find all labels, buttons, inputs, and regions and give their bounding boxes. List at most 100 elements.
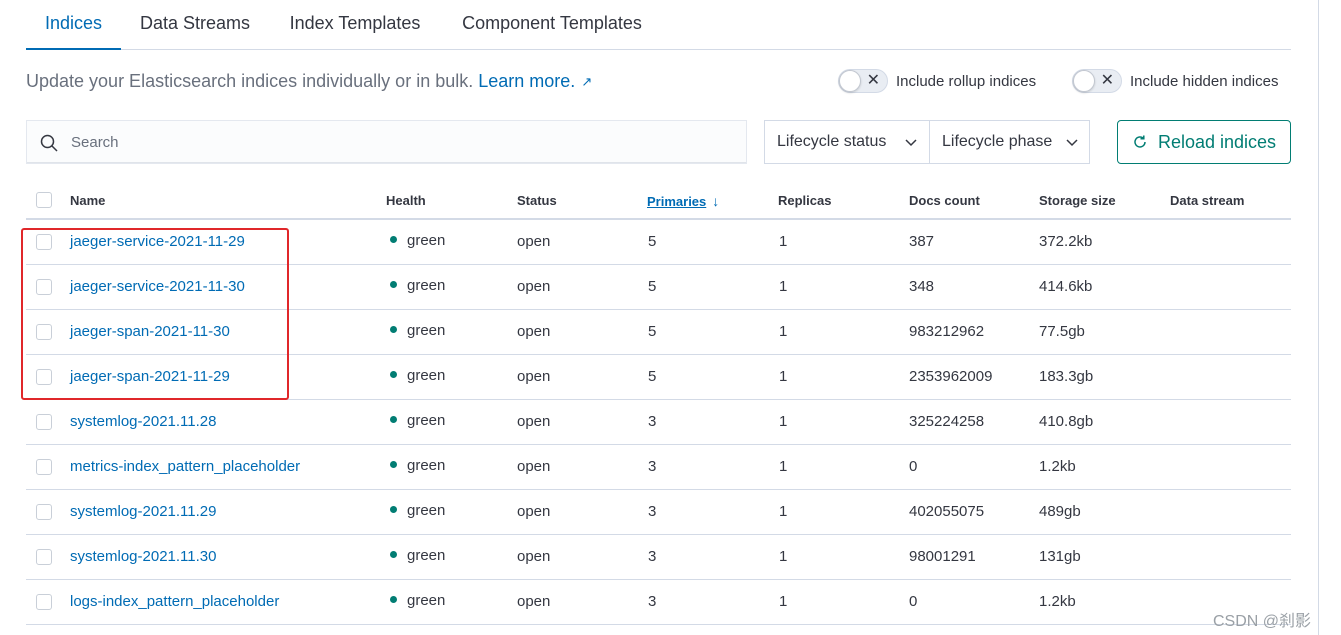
primaries-cell: 3 — [648, 503, 657, 520]
health-cell: green — [390, 322, 445, 340]
watermark: CSDN @刹影 — [1213, 613, 1312, 630]
health-label: green — [407, 502, 446, 519]
column-primaries[interactable]: Primaries ↓ — [647, 193, 719, 209]
lifecycle-status-filter[interactable]: Lifecycle status — [765, 121, 929, 163]
health-label: green — [407, 592, 446, 609]
chevron-down-icon — [1066, 139, 1078, 147]
index-name-link[interactable]: systemlog-2021.11.28 — [70, 413, 216, 431]
primaries-cell: 5 — [648, 323, 657, 340]
tab-indices[interactable]: Indices — [26, 0, 121, 50]
health-status-dot-icon — [390, 326, 397, 333]
primaries-cell: 3 — [648, 413, 657, 430]
health-status-dot-icon — [390, 416, 397, 423]
docs-count-cell: 2353962009 — [909, 368, 993, 385]
cross-icon: ✕ — [1100, 72, 1114, 89]
primaries-cell: 5 — [648, 278, 657, 295]
reload-indices-button[interactable]: Reload indices — [1117, 120, 1291, 164]
hidden-switch[interactable]: ✕ — [1072, 69, 1122, 93]
docs-count-cell: 387 — [909, 233, 935, 250]
storage-size-cell: 1.2kb — [1039, 458, 1076, 475]
filter-group: Lifecycle status Lifecycle phase — [764, 120, 1090, 164]
page-description: Update your Elasticsearch indices indivi… — [26, 68, 592, 95]
replicas-cell: 1 — [779, 593, 788, 610]
lifecycle-phase-label: Lifecycle phase — [942, 133, 1053, 150]
primaries-cell: 5 — [648, 368, 657, 385]
status-cell: open — [517, 368, 551, 385]
tab-index-templates[interactable]: Index Templates — [286, 0, 424, 50]
health-cell: green — [390, 457, 445, 475]
storage-size-cell: 1.2kb — [1039, 593, 1076, 610]
health-status-dot-icon — [390, 371, 397, 378]
select-all-checkbox[interactable] — [36, 192, 52, 208]
health-cell: green — [390, 412, 445, 430]
health-status-dot-icon — [390, 551, 397, 558]
external-link-icon: ↗︎ — [581, 74, 593, 89]
health-cell: green — [390, 232, 445, 250]
table-row: metrics-index_pattern_placeholder green op… — [26, 445, 1291, 490]
lifecycle-status-label: Lifecycle status — [777, 133, 887, 150]
chevron-down-icon — [905, 139, 917, 147]
column-storage-size[interactable]: Storage size — [1039, 193, 1116, 208]
storage-size-cell: 77.5gb — [1039, 323, 1085, 340]
docs-count-cell: 402055075 — [909, 503, 985, 520]
storage-size-cell: 183.3gb — [1039, 368, 1094, 385]
learn-more-link[interactable]: Learn more. — [478, 71, 575, 91]
replicas-cell: 1 — [779, 278, 788, 295]
primaries-cell: 3 — [648, 458, 657, 475]
row-checkbox[interactable] — [36, 504, 52, 520]
health-label: green — [407, 547, 446, 564]
primaries-cell: 3 — [648, 548, 657, 565]
health-cell: green — [390, 547, 445, 565]
include-hidden-toggle[interactable]: ✕ Include hidden indices — [1072, 69, 1278, 93]
tab-component-templates[interactable]: Component Templates — [458, 0, 646, 50]
tab-bar: Indices Data Streams Index Templates Com… — [26, 0, 1291, 50]
health-cell: green — [390, 592, 445, 610]
column-name[interactable]: Name — [70, 193, 105, 208]
status-cell: open — [517, 323, 551, 340]
index-name-link[interactable]: logs-index_pattern_placeholder — [70, 593, 279, 611]
table-header: Name Health Status Primaries ↓ Replicas D… — [26, 180, 1291, 220]
replicas-cell: 1 — [779, 323, 788, 340]
row-checkbox[interactable] — [36, 549, 52, 565]
rollup-label: Include rollup indices — [896, 72, 1037, 90]
health-status-dot-icon — [390, 461, 397, 468]
tab-data-streams[interactable]: Data Streams — [138, 0, 252, 50]
table-row: systemlog-2021.11.28 green open 3 1 325224258… — [26, 400, 1291, 445]
search-icon — [40, 134, 58, 152]
description-text: Update your Elasticsearch indices indivi… — [26, 71, 474, 91]
health-status-dot-icon — [390, 506, 397, 513]
row-checkbox[interactable] — [36, 459, 52, 475]
health-label: green — [407, 412, 446, 429]
health-cell: green — [390, 277, 445, 295]
column-docs-count[interactable]: Docs count — [909, 193, 980, 208]
status-cell: open — [517, 593, 551, 610]
health-label: green — [407, 277, 446, 294]
health-cell: green — [390, 367, 445, 385]
include-rollup-toggle[interactable]: ✕ Include rollup indices — [838, 69, 1036, 93]
index-name-link[interactable]: systemlog-2021.11.29 — [70, 503, 216, 521]
column-data-stream[interactable]: Data stream — [1170, 193, 1244, 208]
status-cell: open — [517, 278, 551, 295]
docs-count-cell: 98001291 — [909, 548, 976, 565]
rollup-switch[interactable]: ✕ — [838, 69, 888, 93]
refresh-icon — [1134, 135, 1146, 148]
health-cell: green — [390, 502, 445, 520]
lifecycle-phase-filter[interactable]: Lifecycle phase — [929, 121, 1089, 163]
switch-knob — [1073, 70, 1095, 92]
docs-count-cell: 0 — [909, 593, 918, 610]
index-name-link[interactable]: systemlog-2021.11.30 — [70, 548, 216, 566]
column-status[interactable]: Status — [517, 193, 557, 208]
row-checkbox[interactable] — [36, 594, 52, 610]
status-cell: open — [517, 503, 551, 520]
index-name-link[interactable]: metrics-index_pattern_placeholder — [70, 458, 300, 476]
replicas-cell: 1 — [779, 503, 788, 520]
health-label: green — [407, 322, 446, 339]
row-checkbox[interactable] — [36, 414, 52, 430]
hidden-label: Include hidden indices — [1130, 72, 1279, 90]
sort-descending-icon: ↓ — [712, 193, 720, 209]
health-label: green — [407, 457, 446, 474]
page-edge-rule — [1318, 0, 1319, 635]
search-input[interactable] — [71, 121, 731, 163]
column-replicas[interactable]: Replicas — [778, 193, 831, 208]
column-health[interactable]: Health — [386, 193, 426, 208]
